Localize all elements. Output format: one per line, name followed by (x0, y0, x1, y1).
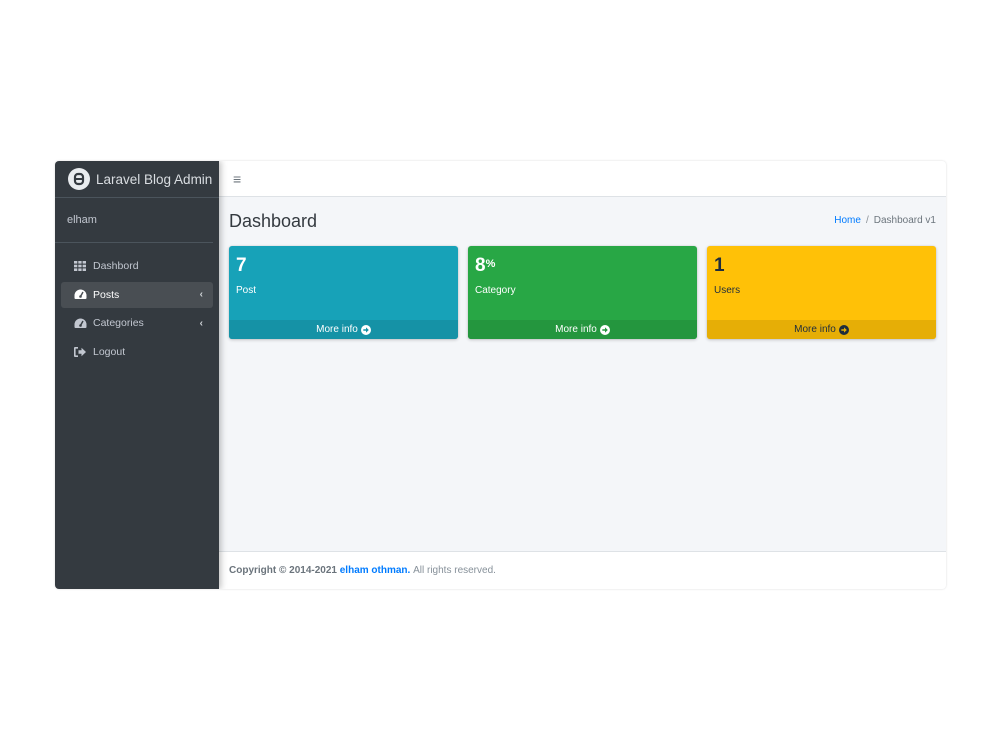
breadcrumb-home-link[interactable]: Home (834, 215, 861, 226)
brand-logo-icon (68, 168, 90, 190)
arrow-circle-right-icon (838, 324, 849, 335)
stat-label: Users (714, 285, 741, 296)
stat-box-users: 1 Users More info (707, 246, 936, 339)
stat-label: Post (236, 285, 257, 296)
tachometer-icon (73, 317, 87, 329)
user-name: elham (67, 214, 97, 226)
sidebar-item-dashboard[interactable]: Dashbord (61, 253, 213, 279)
main-area: ≡ Dashboard Home / Dashboard v1 7 Post Mor… (219, 161, 946, 589)
admin-app: Laravel Blog Admin elham Dashbord Posts … (55, 161, 946, 589)
stat-value: 1 (714, 255, 725, 276)
arrow-circle-right-icon (360, 324, 371, 335)
page-footer: Copyright © 2014-2021 elham othman. All … (219, 551, 946, 589)
chevron-left-icon: ‹ (199, 289, 203, 300)
th-icon (73, 260, 87, 272)
sidebar-item-label: Posts (93, 288, 120, 301)
stat-box-posts: 7 Post More info (229, 246, 458, 339)
chevron-left-icon: ‹ (199, 317, 203, 329)
sign-out-icon (73, 346, 87, 358)
arrow-circle-right-icon (599, 324, 610, 335)
more-info-link[interactable]: More info (707, 320, 936, 339)
sidebar-item-label: Logout (93, 345, 126, 358)
author-link[interactable]: elham othman. (340, 565, 411, 576)
breadcrumb: Home / Dashboard v1 (834, 215, 936, 226)
sidebar: Laravel Blog Admin elham Dashbord Posts … (55, 161, 219, 589)
stat-value: 7 (236, 255, 247, 276)
breadcrumb-separator: / (865, 214, 869, 226)
sidebar-item-logout[interactable]: Logout (61, 339, 213, 365)
sidebar-nav: Dashbord Posts ‹ Categories ‹ Logout (55, 243, 219, 365)
user-panel[interactable]: elham (55, 198, 213, 243)
copyright-text: Copyright © 2014-2021 (229, 565, 337, 576)
stat-box-category: 8% Category More info (468, 246, 697, 339)
hamburger-menu-icon[interactable]: ≡ (233, 171, 241, 187)
content-header: Dashboard Home / Dashboard v1 (219, 197, 946, 245)
sidebar-item-posts[interactable]: Posts ‹ (61, 281, 213, 308)
sidebar-item-label: Dashbord (93, 260, 139, 272)
sidebar-item-categories[interactable]: Categories ‹ (61, 310, 213, 336)
stat-boxes: 7 Post More info 8% Category More info 1… (219, 246, 946, 339)
page-title: Dashboard (229, 210, 318, 231)
more-info-link[interactable]: More info (229, 320, 458, 339)
more-info-link[interactable]: More info (468, 320, 697, 339)
brand-title: Laravel Blog Admin (96, 171, 213, 187)
rights-text: All rights reserved. (413, 565, 496, 576)
brand-link[interactable]: Laravel Blog Admin (55, 161, 219, 198)
stat-label: Category (475, 285, 516, 296)
top-navbar: ≡ (219, 161, 946, 197)
stat-value: 8% (475, 255, 496, 276)
tachometer-icon (73, 289, 87, 301)
sidebar-item-label: Categories (93, 317, 144, 329)
breadcrumb-current: Dashboard v1 (873, 214, 936, 226)
